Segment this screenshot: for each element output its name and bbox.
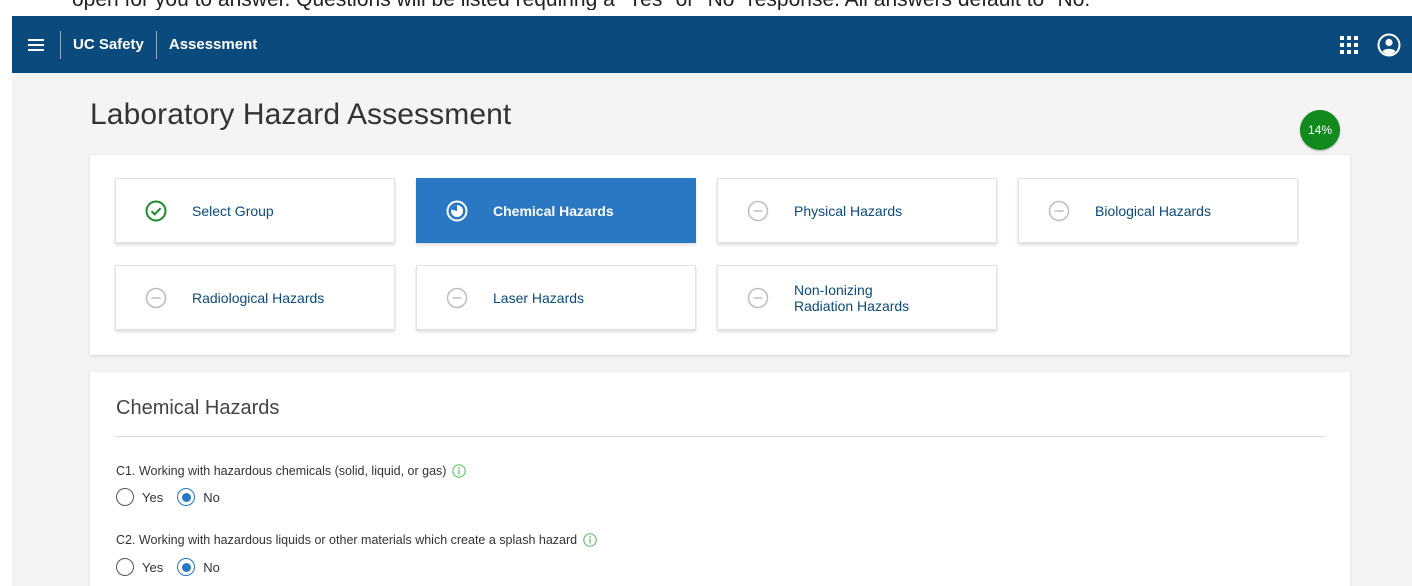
answer-group-c1: Yes No [116, 488, 234, 506]
apps-grid-icon[interactable] [1334, 30, 1364, 60]
section-divider [116, 436, 1324, 437]
radio-no[interactable] [177, 488, 196, 506]
step-label: Select Group [192, 202, 274, 219]
radio-label-no: No [203, 489, 220, 505]
radio-label-yes: Yes [142, 489, 164, 505]
step-label: Laser Hazards [493, 289, 585, 306]
step-label-line: Radiation Hazards [794, 297, 910, 314]
step-chemical-hazards[interactable]: Chemical Hazards [416, 178, 696, 243]
step-biological-hazards[interactable]: Biological Hazards [1018, 178, 1298, 243]
step-non-ionizing-radiation-hazards[interactable]: Non-Ionizing Radiation Hazards [717, 265, 997, 330]
step-laser-hazards[interactable]: Laser Hazards [416, 265, 696, 330]
step-label: Biological Hazards [1095, 202, 1211, 219]
brand-name[interactable]: UC Safety [61, 36, 156, 53]
question-c1: C1. Working with hazardous chemicals (so… [116, 464, 467, 478]
question-text: C2. Working with hazardous liquids or ot… [116, 533, 578, 547]
section-title: Chemical Hazards [116, 397, 280, 419]
step-label: Radiological Hazards [192, 289, 325, 306]
question-text: C1. Working with hazardous chemicals (so… [116, 464, 447, 478]
check-circle-icon [142, 197, 170, 225]
menu-button[interactable] [12, 16, 60, 73]
question-c2: C2. Working with hazardous liquids or ot… [116, 533, 597, 547]
document-crop-text: open for you to answer. Questions will b… [72, 0, 1098, 10]
answer-group-c2: Yes No [116, 558, 234, 576]
minus-circle-icon [142, 284, 170, 312]
top-app-bar: UC Safety Assessment [12, 16, 1412, 73]
radio-yes[interactable] [116, 558, 134, 576]
radio-no[interactable] [177, 558, 196, 576]
step-select-group[interactable]: Select Group [115, 178, 395, 243]
step-label-line: Non-Ionizing [794, 281, 873, 298]
radio-label-yes: Yes [142, 559, 164, 575]
page-title: Laboratory Hazard Assessment [90, 98, 512, 131]
account-icon[interactable] [1374, 30, 1404, 60]
step-label: Physical Hazards [794, 202, 903, 219]
in-progress-icon [443, 197, 471, 225]
info-icon[interactable] [583, 533, 597, 547]
minus-circle-icon [1045, 197, 1073, 225]
info-icon[interactable] [452, 464, 467, 478]
step-label: Non-Ionizing Radiation Hazards [794, 282, 909, 314]
hamburger-icon [28, 38, 44, 51]
minus-circle-icon [744, 284, 772, 312]
radio-label-no: No [203, 559, 220, 575]
chemical-hazards-section: Chemical Hazards C1. Working with hazard… [90, 372, 1350, 586]
minus-circle-icon [443, 284, 471, 312]
minus-circle-icon [744, 197, 772, 225]
radio-yes[interactable] [116, 488, 134, 506]
progress-badge: 14% [1300, 110, 1340, 150]
step-navigation: Select Group Chemical Hazards Physical H… [90, 155, 1350, 355]
step-label: Chemical Hazards [493, 202, 614, 219]
app-title[interactable]: Assessment [157, 36, 269, 53]
step-physical-hazards[interactable]: Physical Hazards [717, 178, 997, 243]
step-radiological-hazards[interactable]: Radiological Hazards [115, 265, 395, 330]
